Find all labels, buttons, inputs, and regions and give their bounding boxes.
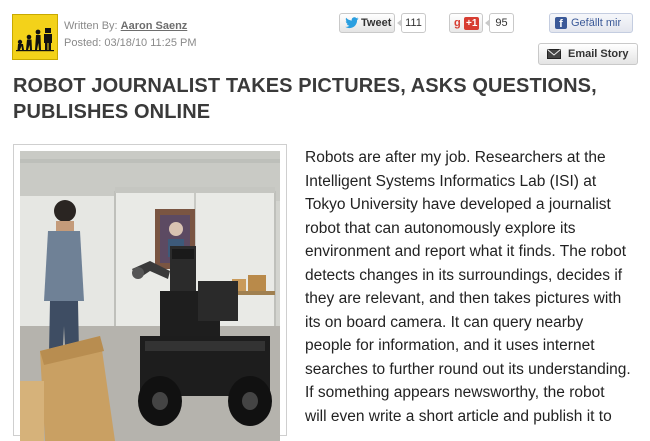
article-photo-frame	[13, 144, 287, 441]
article-title: ROBOT JOURNALIST TAKES PICTURES, ASKS QU…	[13, 73, 633, 125]
article-line: environment and report what it finds. Th…	[305, 243, 627, 260]
email-story-button[interactable]: Email Story	[538, 43, 638, 65]
facebook-f-icon: f	[555, 17, 567, 30]
written-by: Written By: Aaron Saenz	[64, 18, 197, 35]
article-title-line-1: ROBOT JOURNALIST TAKES PICTURES, ASKS QU…	[13, 75, 597, 97]
article-line: they are relevant, and then takes pictur…	[305, 290, 622, 307]
site-logo[interactable]	[12, 14, 58, 60]
article-line: Intelligent Systems Informatics Lab (ISI…	[305, 172, 597, 190]
article-line: its on board camera. It can query nearby	[305, 313, 584, 331]
google-g-icon: g	[454, 17, 461, 29]
facebook-like-label: Gefällt mir	[571, 17, 622, 29]
article-body: Robots are after my job. Researchers at …	[305, 146, 643, 428]
article-line: Robots are after my job. Researchers at …	[305, 149, 606, 166]
email-story-label: Email Story	[568, 48, 629, 60]
facebook-like-button[interactable]: f Gefällt mir	[549, 13, 633, 33]
tweet-count: 111	[397, 13, 426, 33]
tweet-button[interactable]: Tweet	[339, 13, 395, 33]
article-line: detects changes in its surroundings, dec…	[305, 266, 623, 284]
article-line: will even write a short article and publ…	[305, 407, 612, 425]
envelope-icon	[547, 49, 561, 62]
tweet-label: Tweet	[361, 17, 392, 29]
article-line: If something appears newsworthy, the rob…	[305, 384, 605, 401]
posted-date: Posted: 03/18/10 11:25 PM	[64, 37, 197, 49]
article-photo	[20, 151, 280, 441]
article-title-line-2: PUBLISHES ONLINE	[13, 101, 211, 123]
written-by-label: Written By:	[64, 20, 118, 32]
google-plusone-button[interactable]: g +1	[449, 13, 483, 33]
article-line: Tokyo University have developed a journa…	[305, 196, 611, 213]
article-line: robot that can autonomously explore its	[305, 219, 576, 237]
twitter-bird-icon	[345, 17, 359, 32]
byline: Written By: Aaron Saenz Posted: 03/18/10…	[64, 18, 197, 52]
plusone-count: 95	[485, 13, 514, 33]
article-line: people for information, and it uses inte…	[305, 337, 595, 354]
author-link[interactable]: Aaron Saenz	[121, 20, 188, 32]
evolution-logo-icon	[16, 28, 54, 52]
plusone-label: +1	[464, 17, 480, 30]
article-line: searches to further round out its unders…	[305, 360, 631, 378]
